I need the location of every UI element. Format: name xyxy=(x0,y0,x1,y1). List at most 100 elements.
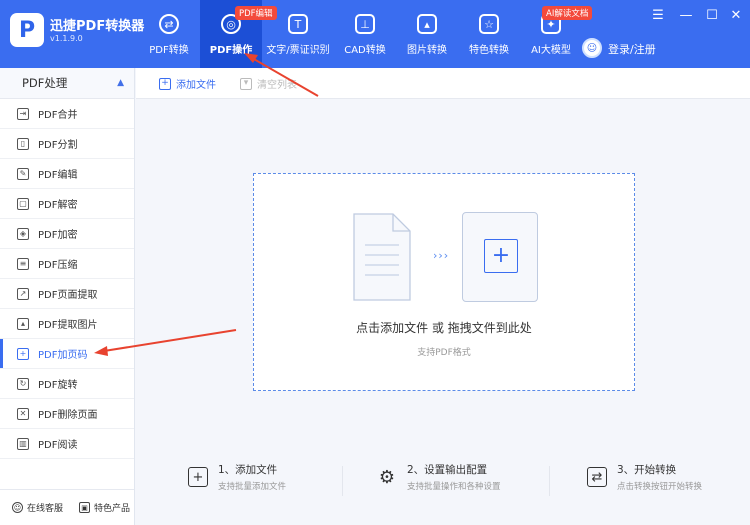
sidebar-item-merge[interactable]: ⇥ PDF合并 xyxy=(0,99,134,129)
logo-letter: P xyxy=(18,17,36,43)
step-output-settings: ⚙ 2、设置输出配置 支持批量操作和各种设置 xyxy=(377,462,501,492)
close-icon[interactable]: ✕ xyxy=(728,8,744,24)
nav-cad-convert[interactable]: ⊥ CAD转换 xyxy=(334,0,396,68)
featured-products-button[interactable]: ▣ 特色产品 xyxy=(79,501,130,514)
sidebar-item-label: PDF分割 xyxy=(38,140,78,151)
compress-icon: ≡ xyxy=(17,257,29,270)
document-icon xyxy=(353,213,411,301)
add-file-icon: + xyxy=(159,77,171,90)
add-file-button[interactable]: + 添加文件 xyxy=(159,76,216,91)
chevron-up-icon: ▲ xyxy=(117,78,124,88)
nav-label: 图片转换 xyxy=(407,45,447,56)
add-file-label: 添加文件 xyxy=(176,80,216,91)
rotate-icon: ↻ xyxy=(17,377,29,390)
login-link[interactable]: 登录/注册 xyxy=(608,41,656,57)
image-icon: ▴ xyxy=(417,14,437,34)
nav-label: 特色转换 xyxy=(469,45,509,56)
nav-ai-model[interactable]: AI解读文档 ✦ AI大模型 xyxy=(520,0,593,68)
divider xyxy=(342,466,343,496)
user-avatar[interactable]: ☺ xyxy=(582,38,602,58)
sidebar-item-encrypt[interactable]: ◈ PDF加密 xyxy=(0,219,134,249)
app-header: P 迅捷PDF转换器 v1.1.9.0 ⇄ PDF转换 PDF编辑 ◎ PDF操… xyxy=(0,0,750,68)
online-service-button[interactable]: ☺ 在线客服 xyxy=(12,501,63,514)
nav-special-convert[interactable]: ☆ 特色转换 xyxy=(458,0,520,68)
sidebar-item-label: PDF编辑 xyxy=(38,170,78,181)
page-number-icon: + xyxy=(17,347,29,360)
sidebar-item-read[interactable]: ▥ PDF阅读 xyxy=(0,429,134,459)
step-description: 支持批量操作和各种设置 xyxy=(407,482,501,492)
sidebar-item-extract-images[interactable]: ▴ PDF提取图片 xyxy=(0,309,134,339)
sidebar-item-split[interactable]: ▯ PDF分割 xyxy=(0,129,134,159)
sidebar-item-label: PDF加密 xyxy=(38,230,78,241)
sidebar: PDF处理 ▲ ⇥ PDF合并 ▯ PDF分割 ✎ PDF编辑 ▢ PDF解密 ◈ PDF… xyxy=(0,68,135,525)
extract-page-icon: ↗ xyxy=(17,287,29,300)
image-icon: ▴ xyxy=(17,317,29,330)
refresh-circle-icon: ⇄ xyxy=(159,14,179,34)
sidebar-item-decrypt[interactable]: ▢ PDF解密 xyxy=(0,189,134,219)
cad-icon: ⊥ xyxy=(355,14,375,34)
unlock-icon: ▢ xyxy=(17,197,29,210)
nav-label: PDF转换 xyxy=(149,45,189,56)
step-title: 1、添加文件 xyxy=(218,464,278,476)
arrow-right-icon: ››› xyxy=(433,249,450,262)
sidebar-item-label: PDF提取图片 xyxy=(38,320,98,331)
nav-pdf-operate[interactable]: PDF编辑 ◎ PDF操作 xyxy=(200,0,277,68)
steps-guide: + 1、添加文件 支持批量添加文件 ⚙ 2、设置输出配置 支持批量操作和各种设置… xyxy=(136,462,750,502)
clear-list-button[interactable]: ▾ 清空列表 xyxy=(240,76,297,91)
nav-image-convert[interactable]: ▴ 图片转换 xyxy=(396,0,458,68)
book-icon: ▥ xyxy=(17,437,29,450)
star-box-icon: ☆ xyxy=(479,14,499,34)
sidebar-item-label: PDF解密 xyxy=(38,200,78,211)
sidebar-header[interactable]: PDF处理 ▲ xyxy=(0,68,134,99)
sidebar-item-rotate[interactable]: ↻ PDF旋转 xyxy=(0,369,134,399)
sidebar-item-add-page-numbers[interactable]: + PDF加页码 xyxy=(0,339,134,369)
nav-label: CAD转换 xyxy=(344,45,386,56)
sidebar-item-delete-pages[interactable]: ✕ PDF删除页面 xyxy=(0,399,134,429)
gear-icon: ⚙ xyxy=(378,466,396,488)
divider xyxy=(549,466,550,496)
sidebar-item-compress[interactable]: ≡ PDF压缩 xyxy=(0,249,134,279)
sidebar-item-label: PDF页面提取 xyxy=(38,290,98,301)
delete-page-icon: ✕ xyxy=(17,407,29,420)
supported-format-hint: 支持PDF格式 xyxy=(417,348,471,358)
sidebar-item-edit[interactable]: ✎ PDF编辑 xyxy=(0,159,134,189)
nav-label: 文字/票证识别 xyxy=(266,45,330,56)
scan-frame-icon: T xyxy=(288,14,308,34)
file-drop-zone[interactable]: ››› + 点击添加文件 或 拖拽文件到此处 支持PDF格式 xyxy=(253,173,635,391)
split-icon: ▯ xyxy=(17,137,29,150)
sidebar-item-label: PDF压缩 xyxy=(38,260,78,271)
sidebar-item-label: PDF阅读 xyxy=(38,440,78,451)
pdf-edit-badge: PDF编辑 xyxy=(235,6,277,20)
drop-zone-instruction: 点击添加文件 或 拖拽文件到此处 xyxy=(356,321,532,335)
sidebar-title: PDF处理 xyxy=(22,76,68,90)
menu-icon[interactable]: ☰ xyxy=(650,8,666,24)
nav-pdf-convert[interactable]: ⇄ PDF转换 xyxy=(138,0,200,68)
nav-label: AI大模型 xyxy=(531,45,571,56)
clear-list-label: 清空列表 xyxy=(257,80,297,91)
headset-icon: ☺ xyxy=(12,502,23,513)
trash-icon: ▾ xyxy=(240,77,252,90)
plus-icon: + xyxy=(484,239,518,273)
sidebar-item-extract-pages[interactable]: ↗ PDF页面提取 xyxy=(0,279,134,309)
app-logo: P xyxy=(10,13,44,47)
add-file-icon: + xyxy=(188,467,208,487)
merge-icon: ⇥ xyxy=(17,107,29,120)
convert-icon: ⇄ xyxy=(587,467,607,487)
maximize-icon[interactable]: ☐ xyxy=(704,8,720,24)
featured-products-label: 特色产品 xyxy=(94,504,131,514)
main-nav: ⇄ PDF转换 PDF编辑 ◎ PDF操作 T 文字/票证识别 ⊥ CAD转换 … xyxy=(138,0,593,68)
minimize-icon[interactable]: — xyxy=(678,8,694,24)
step-description: 点击转换按钮开始转换 xyxy=(617,482,703,492)
edit-icon: ✎ xyxy=(17,167,29,180)
shield-icon: ◈ xyxy=(17,227,29,240)
add-document-illustration: + xyxy=(462,212,538,302)
sidebar-item-label: PDF旋转 xyxy=(38,380,78,391)
app-title: 迅捷PDF转换器 xyxy=(50,19,145,34)
sidebar-item-label: PDF加页码 xyxy=(38,350,88,361)
ai-doc-badge: AI解读文档 xyxy=(542,6,593,20)
gift-icon: ▣ xyxy=(79,502,91,513)
step-title: 3、开始转换 xyxy=(617,464,677,476)
step-description: 支持批量添加文件 xyxy=(218,482,287,492)
sidebar-footer: ☺ 在线客服 ▣ 特色产品 xyxy=(0,489,134,525)
app-version: v1.1.9.0 xyxy=(50,34,83,43)
